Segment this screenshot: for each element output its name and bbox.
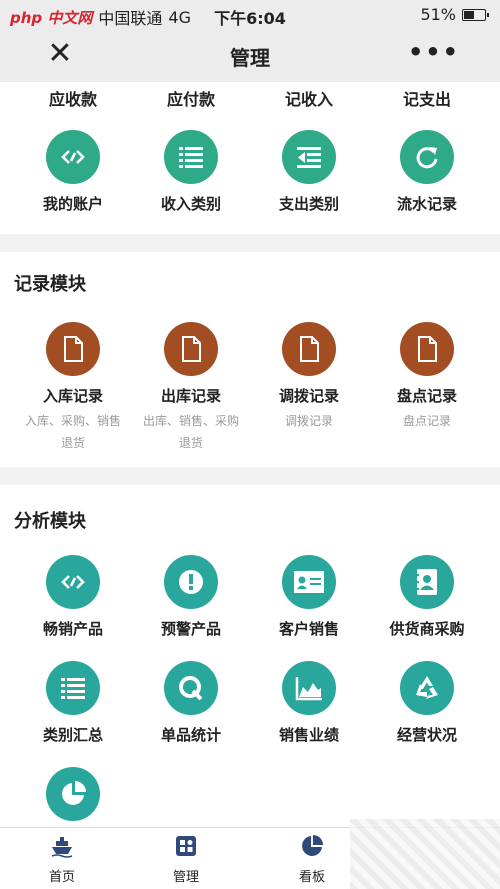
refresh-icon xyxy=(400,130,454,184)
grid-apps-icon xyxy=(176,836,196,856)
nav-bar: ✕ 管理 ••• xyxy=(0,30,500,82)
alert-icon xyxy=(164,555,218,609)
stock-out-record-label: 出库记录 xyxy=(160,387,221,405)
my-account-label: 我的账户 xyxy=(42,195,103,213)
status-bar: php 中文网 中国联通 4G 下午6:04 51% xyxy=(0,0,500,30)
payable-link[interactable]: 应付款 xyxy=(132,86,250,110)
stock-in-record-button[interactable]: 入库记录 入库、采购、销售 退货 xyxy=(14,322,132,454)
diamond-link-icon xyxy=(46,130,100,184)
item-statistics-label: 单品统计 xyxy=(160,726,221,744)
stock-in-record-label: 入库记录 xyxy=(42,387,103,405)
business-status-button[interactable]: 经营状况 xyxy=(368,661,486,745)
stock-out-record-desc: 出库、销售、采购 退货 xyxy=(132,410,250,454)
item-statistics-button[interactable]: 单品统计 xyxy=(132,661,250,745)
id-card-icon xyxy=(282,555,336,609)
battery-percent: 51% xyxy=(420,5,456,24)
warning-products-button[interactable]: 预警产品 xyxy=(132,555,250,639)
desc-line: 出库、销售、采购 xyxy=(142,414,239,428)
category-summary-label: 类别汇总 xyxy=(42,726,103,744)
stock-out-record-button[interactable]: 出库记录 出库、销售、采购 退货 xyxy=(132,322,250,454)
expense-category-button[interactable]: 支出类别 xyxy=(250,130,368,214)
tab-board[interactable]: 看板 xyxy=(272,834,352,885)
list-icon xyxy=(46,661,100,715)
document-icon xyxy=(46,322,100,376)
stock-in-record-desc: 入库、采购、销售 退货 xyxy=(14,410,132,454)
transaction-log-label: 流水记录 xyxy=(396,195,457,213)
stocktake-record-label: 盘点记录 xyxy=(396,387,457,405)
stocktake-record-desc: 盘点记录 xyxy=(402,414,451,428)
analysis-card: 分析模块 畅销产品 预警产品 客户销售 供货商采购 类别汇总 单品统计 销售业绩… xyxy=(0,485,500,827)
finance-card: 应收款 应付款 记收入 记支出 我的账户 收入类别 支出类别 流水记录 xyxy=(0,82,500,234)
record-expense-link[interactable]: 记支出 xyxy=(368,86,486,110)
supplier-purchase-button[interactable]: 供货商采购 xyxy=(368,555,486,639)
desc-line: 入库、采购、销售 xyxy=(24,414,121,428)
transfer-record-button[interactable]: 调拨记录 调拨记录 xyxy=(250,322,368,432)
document-icon xyxy=(400,322,454,376)
income-category-label: 收入类别 xyxy=(160,195,221,213)
tab-board-label: 看板 xyxy=(298,870,325,885)
list-icon xyxy=(164,130,218,184)
content-scroll[interactable]: 应收款 应付款 记收入 记支出 我的账户 收入类别 支出类别 流水记录 记录模块… xyxy=(0,82,500,827)
business-status-label: 经营状况 xyxy=(396,726,457,744)
customer-sales-label: 客户销售 xyxy=(278,620,339,638)
sales-performance-button[interactable]: 销售业绩 xyxy=(250,661,368,745)
document-icon xyxy=(282,322,336,376)
records-card: 记录模块 入库记录 入库、采购、销售 退货 出库记录 出库、销售、采购 退货 调… xyxy=(0,252,500,467)
tab-home-label: 首页 xyxy=(48,870,75,885)
customer-sales-button[interactable]: 客户销售 xyxy=(250,555,368,639)
analysis-section-title: 分析模块 xyxy=(14,511,86,532)
desc-line: 退货 xyxy=(60,436,85,450)
close-icon[interactable]: ✕ xyxy=(44,38,76,70)
pie-chart-icon xyxy=(46,767,100,821)
transaction-log-button[interactable]: 流水记录 xyxy=(368,130,486,214)
diamond-link-icon xyxy=(46,555,100,609)
bestseller-products-button[interactable]: 畅销产品 xyxy=(14,555,132,639)
pie-chart-icon xyxy=(302,835,323,856)
record-income-link[interactable]: 记收入 xyxy=(250,86,368,110)
tab-home[interactable]: 首页 xyxy=(22,834,102,885)
warning-products-label: 预警产品 xyxy=(160,620,221,638)
transfer-record-desc: 调拨记录 xyxy=(284,414,333,428)
pie-chart-button[interactable] xyxy=(14,767,132,827)
battery-icon xyxy=(462,8,489,21)
ship-icon xyxy=(51,837,73,858)
q-icon xyxy=(164,661,218,715)
sales-performance-label: 销售业绩 xyxy=(278,726,339,744)
stocktake-record-button[interactable]: 盘点记录 盘点记录 xyxy=(368,322,486,432)
tab-bar: 首页 管理 看板 xyxy=(0,819,500,889)
category-summary-button[interactable]: 类别汇总 xyxy=(14,661,132,745)
more-options-icon[interactable]: ••• xyxy=(408,38,460,66)
receivable-link[interactable]: 应收款 xyxy=(14,86,132,110)
records-section-title: 记录模块 xyxy=(14,274,86,295)
supplier-purchase-label: 供货商采购 xyxy=(389,620,465,638)
list-out-icon xyxy=(282,130,336,184)
contact-book-icon xyxy=(400,555,454,609)
desc-line: 退货 xyxy=(178,436,203,450)
my-account-button[interactable]: 我的账户 xyxy=(14,130,132,214)
expense-category-label: 支出类别 xyxy=(278,195,339,213)
tab-manage[interactable]: 管理 xyxy=(146,834,226,885)
document-icon xyxy=(164,322,218,376)
income-category-button[interactable]: 收入类别 xyxy=(132,130,250,214)
tab-manage-label: 管理 xyxy=(172,870,199,885)
bestseller-products-label: 畅销产品 xyxy=(42,620,103,638)
blurred-watermark xyxy=(350,819,500,889)
recycle-icon xyxy=(400,661,454,715)
transfer-record-label: 调拨记录 xyxy=(278,387,339,405)
area-chart-icon xyxy=(282,661,336,715)
